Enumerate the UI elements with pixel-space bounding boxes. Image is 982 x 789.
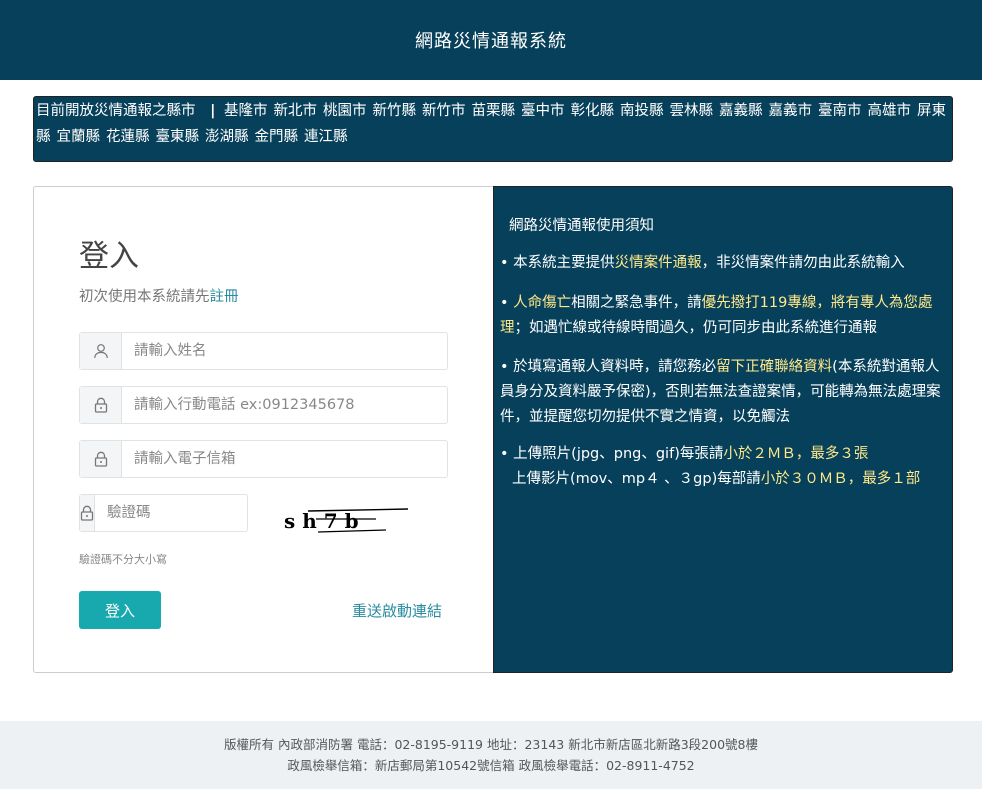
captcha-field-group	[79, 494, 300, 532]
notice-text: • 本系統主要提供	[500, 255, 615, 271]
open-counties-label: 目前開放災情通報之縣市	[36, 103, 196, 119]
notice-item-3: • 於填寫通報人資料時，請您務必留下正確聯絡資料(本系統對通報人員身分及資料嚴予…	[500, 355, 950, 430]
site-header: 網路災情通報系統	[0, 0, 982, 80]
captcha-image[interactable]: s h 7 b	[280, 497, 412, 537]
county-item: 新北市	[273, 103, 318, 119]
notice-highlight: 小於３０ＭＢ，最多１部	[760, 471, 921, 487]
county-item: 宜蘭縣	[56, 129, 101, 145]
user-icon	[80, 333, 122, 369]
county-item: 金門縣	[254, 129, 299, 145]
notice-text: • 於填寫通報人資料時，請您務必	[500, 359, 717, 375]
resend-activation-link[interactable]: 重送啟動連結	[352, 600, 442, 621]
county-item: 臺南市	[818, 103, 862, 119]
notice-highlight: 小於２ＭＢ，最多３張	[723, 446, 869, 462]
notice-text: 上傳影片(mov、mp４ 、３gp)每部請	[512, 471, 761, 487]
county-item: 澎湖縣	[205, 129, 249, 145]
county-item: 新竹市	[422, 103, 466, 119]
lock-icon	[80, 441, 122, 477]
county-item: 花蓮縣	[106, 129, 150, 145]
county-item: 雲林縣	[669, 103, 714, 119]
county-item: 彰化縣	[570, 103, 615, 119]
county-item: 嘉義縣	[719, 103, 763, 119]
captcha-hint: 驗證碼不分大小寫	[79, 553, 167, 566]
county-item: 苗栗縣	[471, 103, 516, 119]
login-title: 登入	[79, 239, 139, 274]
footer-line-2: 政風檢舉信箱：新店郵局第10542號信箱 政風檢舉電話：02-8911-4752	[287, 758, 695, 773]
notice-text: ，非災情案件請勿由此系統輸入	[701, 255, 905, 271]
register-prompt: 初次使用本系統請先註冊	[79, 285, 239, 306]
notice-highlight: 人命傷亡	[513, 295, 572, 311]
notice-highlight: 災情案件通報	[614, 255, 702, 271]
email-input[interactable]	[122, 441, 447, 477]
site-title: 網路災情通報系統	[415, 31, 567, 52]
footer-line-1: 版權所有 內政部消防署 電話：02-8195-9119 地址：23143 新北市…	[224, 737, 758, 752]
notice-item-2: • 人命傷亡相關之緊急事件，請優先撥打119專線，將有專人為您處理；如遇忙線或待…	[500, 291, 950, 341]
lock-icon	[80, 387, 122, 423]
notice-text: 相關之緊急事件，請	[571, 295, 702, 311]
notice-photo-line: • 上傳照片(jpg、png、gif)每張請小於２ＭＢ，最多３張	[500, 442, 950, 467]
open-counties-bar: 目前開放災情通報之縣市 | 基隆市 新北市 桃園市 新竹縣 新竹市 苗栗縣 臺中市 彰化縣 南投…	[33, 96, 953, 162]
name-input[interactable]	[122, 333, 447, 369]
notice-item-4: • 上傳照片(jpg、png、gif)每張請小於２ＭＢ，最多３張 上傳影片(mo…	[500, 442, 950, 492]
site-footer: 版權所有 內政部消防署 電話：02-8195-9119 地址：23143 新北市…	[0, 721, 982, 789]
county-item: 嘉義市	[768, 103, 813, 119]
county-item: 連江縣	[304, 129, 348, 145]
captcha-input[interactable]	[95, 495, 300, 531]
notice-text: •	[500, 295, 514, 311]
phone-input[interactable]	[122, 387, 447, 423]
lock-icon	[80, 495, 95, 531]
notice-highlight: 留下正確聯絡資料	[716, 359, 833, 375]
notice-video-line: 上傳影片(mov、mp４ 、３gp)每部請小於３０ＭＢ，最多１部	[500, 467, 950, 492]
county-item: 新竹縣	[372, 103, 417, 119]
notice-text: ；如遇忙線或待線時間過久，仍可同步由此系統進行通報	[514, 320, 878, 336]
login-panel: 登入 初次使用本系統請先註冊 s h 7 b 驗證碼不分大小寫 登入 重送啟動連	[33, 186, 493, 673]
county-item: 南投縣	[620, 103, 664, 119]
county-item: 臺中市	[521, 103, 565, 119]
county-item: 桃園市	[323, 103, 367, 119]
county-item: 高雄市	[867, 103, 912, 119]
captcha-char: s h 7 b	[284, 509, 359, 533]
notice-text: • 上傳照片(jpg、png、gif)每張請	[500, 446, 724, 462]
county-item: 基隆市	[224, 103, 268, 119]
phone-field-group	[79, 386, 448, 424]
notice-item-1: • 本系統主要提供災情案件通報，非災情案件請勿由此系統輸入	[500, 251, 950, 276]
register-link[interactable]: 註冊	[210, 289, 239, 305]
email-field-group	[79, 440, 448, 478]
separator: |	[210, 103, 216, 119]
usage-notice-panel: 網路災情通報使用須知 • 本系統主要提供災情案件通報，非災情案件請勿由此系統輸入…	[493, 186, 953, 673]
name-field-group	[79, 332, 448, 370]
county-item: 臺東縣	[155, 129, 200, 145]
notice-title: 網路災情通報使用須知	[509, 218, 654, 234]
register-prefix: 初次使用本系統請先	[79, 289, 210, 305]
login-button[interactable]: 登入	[79, 591, 161, 629]
